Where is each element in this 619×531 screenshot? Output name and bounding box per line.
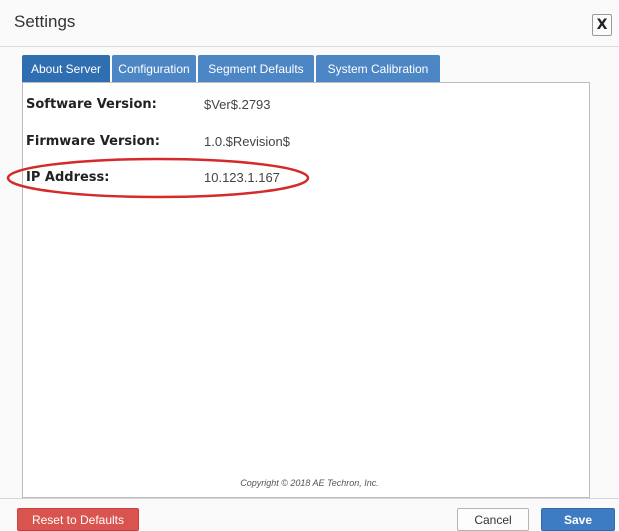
save-button[interactable]: Save [541,508,615,531]
footer-divider [0,498,619,499]
copyright-text: Copyright © 2018 AE Techron, Inc. [240,478,379,488]
cancel-button[interactable]: Cancel [457,508,529,531]
reset-to-defaults-button[interactable]: Reset to Defaults [17,508,139,531]
ip-highlight-ellipse [6,157,310,199]
highlight-ellipse [6,157,310,199]
settings-dialog: Settings X About Server Configuration Se… [0,0,619,531]
